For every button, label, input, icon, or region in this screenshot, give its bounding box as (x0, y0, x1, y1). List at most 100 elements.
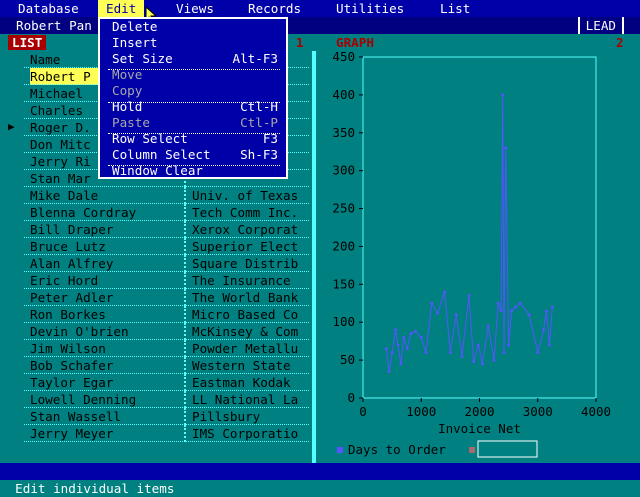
cell-company[interactable]: Micro Based Co (192, 306, 307, 323)
menu-item-insert[interactable]: Insert (112, 35, 280, 51)
data-point (390, 351, 394, 355)
data-point (492, 358, 496, 362)
cell-name[interactable]: Stan Wassell (30, 408, 180, 425)
table-row[interactable]: Bob Schafer Western State (24, 357, 309, 374)
cell-name[interactable]: Bill Draper (30, 221, 180, 238)
menu-item-set-size[interactable]: Set Size Alt-F3 (112, 51, 280, 67)
cell-name[interactable]: Ron Borkes (30, 306, 180, 323)
current-row-pointer-icon: ▶ (8, 120, 15, 133)
table-row[interactable]: Mike Dale Univ. of Texas (24, 187, 309, 204)
list-tag[interactable]: LIST (8, 35, 47, 50)
menu-item-label: Insert (112, 35, 158, 50)
cell-company[interactable]: Superior Elect (192, 238, 307, 255)
x-tick-label: 1000 (406, 404, 436, 419)
table-row[interactable]: Lowell Denning LL National La (24, 391, 309, 408)
menu-records[interactable]: Records (240, 0, 309, 17)
table-row[interactable]: Peter Adler The World Bank (24, 289, 309, 306)
data-point (460, 354, 464, 358)
table-row[interactable]: Alan Alfrey Square Distrib (24, 255, 309, 272)
x-tick-label: 4000 (581, 404, 611, 419)
menu-edit[interactable]: Edit (98, 0, 145, 17)
cell-company[interactable]: Tech Comm Inc. (192, 204, 307, 221)
cell-name[interactable]: Jim Wilson (30, 340, 180, 357)
status-bar: Edit individual items (0, 463, 640, 496)
menu-list[interactable]: List (432, 0, 478, 17)
record-title-bar: Robert Pan LEAD (0, 17, 640, 34)
cell-company[interactable]: Square Distrib (192, 255, 307, 272)
cell-company[interactable]: IMS Corporatio (192, 425, 307, 442)
row-divider (24, 441, 309, 442)
data-point (501, 93, 505, 97)
menu-views[interactable]: Views (168, 0, 222, 17)
scatter-line-chart: 0 50 100 150 200 250 300 350 400 450 0 1000 2000 3000… (332, 51, 611, 458)
column-divider (184, 306, 188, 323)
table-row[interactable]: Bruce Lutz Superior Elect (24, 238, 309, 255)
menu-item-copy[interactable]: Copy (112, 83, 280, 99)
table-row[interactable]: Jerry Meyer IMS Corporatio (24, 425, 309, 442)
column-divider (184, 204, 188, 221)
table-row[interactable]: Ron Borkes Micro Based Co (24, 306, 309, 323)
menu-bar: Database Edit Views Records Utilities Li… (0, 0, 640, 24)
table-row[interactable]: Jim Wilson Powder Metallu (24, 340, 309, 357)
x-axis-label: Invoice Net (438, 421, 521, 436)
cell-company[interactable]: LL National La (192, 391, 307, 408)
menu-utilities[interactable]: Utilities (328, 0, 412, 17)
menu-item-move[interactable]: Move (112, 67, 280, 83)
data-point (402, 335, 406, 339)
legend-label-series-2-box (477, 440, 538, 458)
cell-company[interactable]: Xerox Corporat (192, 221, 307, 238)
table-row[interactable]: Devin O'brien McKinsey & Com (24, 323, 309, 340)
cell-name[interactable]: Eric Hord (30, 272, 180, 289)
cell-name[interactable]: Lowell Denning (30, 391, 180, 408)
menu-item-accelerator: Sh-F3 (240, 147, 278, 162)
menu-item-column-select[interactable]: Column Select Sh-F3 (112, 147, 280, 163)
table-row[interactable]: Taylor Egar Eastman Kodak (24, 374, 309, 391)
cell-name[interactable]: Blenna Cordray (30, 204, 180, 221)
cell-name[interactable]: Taylor Egar (30, 374, 180, 391)
cell-company[interactable]: Western State (192, 357, 307, 374)
menu-item-label: Copy (112, 83, 143, 98)
cell-name[interactable]: Bob Schafer (30, 357, 180, 374)
menu-database[interactable]: Database (10, 0, 87, 17)
x-tick-label: 3000 (523, 404, 553, 419)
cell-company[interactable]: The World Bank (192, 289, 307, 306)
cell-company[interactable]: Powder Metallu (192, 340, 307, 357)
menu-item-accelerator: F3 (262, 131, 278, 146)
column-divider (184, 374, 188, 391)
menu-item-label: Hold (112, 99, 143, 114)
cell-name[interactable]: Alan Alfrey (30, 255, 180, 272)
y-tick-label: 200 (332, 238, 355, 253)
graph-tag[interactable]: GRAPH (332, 35, 378, 50)
cell-company[interactable]: Eastman Kodak (192, 374, 307, 391)
cell-name[interactable]: Jerry Meyer (30, 425, 180, 442)
menu-item-row-select[interactable]: Row Select F3 (112, 131, 280, 147)
cell-company[interactable]: Pillsbury (192, 408, 307, 425)
table-row[interactable]: Stan Wassell Pillsbury (24, 408, 309, 425)
record-type-badge: LEAD (577, 17, 624, 34)
data-point (419, 335, 423, 339)
cell-name[interactable]: Peter Adler (30, 289, 180, 306)
menu-item-label: Move (112, 67, 143, 82)
data-point (547, 343, 551, 347)
cell-name[interactable]: Mike Dale (30, 187, 180, 204)
table-row[interactable]: Blenna Cordray Tech Comm Inc. (24, 204, 309, 221)
cell-company[interactable]: Univ. of Texas (192, 187, 307, 204)
data-point (467, 294, 471, 298)
menu-item-hold[interactable]: Hold Ctl-H (112, 99, 280, 115)
menu-item-label: Set Size (112, 51, 173, 66)
menu-item-label: Row Select (112, 131, 188, 146)
menu-item-delete[interactable]: Delete (112, 19, 280, 35)
cell-name[interactable]: Bruce Lutz (30, 238, 180, 255)
menu-item-label: Paste (112, 115, 150, 130)
column-divider (184, 357, 188, 374)
cell-name[interactable]: Devin O'brien (30, 323, 180, 340)
menu-item-paste[interactable]: Paste Ctl-P (112, 115, 280, 131)
data-point (405, 347, 409, 351)
cell-company[interactable]: McKinsey & Com (192, 323, 307, 340)
menu-item-window-clear[interactable]: Window Clear (112, 163, 280, 179)
cell-company[interactable]: The Insurance (192, 272, 307, 289)
table-row[interactable]: Eric Hord The Insurance (24, 272, 309, 289)
table-row[interactable]: Bill Draper Xerox Corporat (24, 221, 309, 238)
data-point (542, 328, 546, 332)
data-point (424, 351, 428, 355)
